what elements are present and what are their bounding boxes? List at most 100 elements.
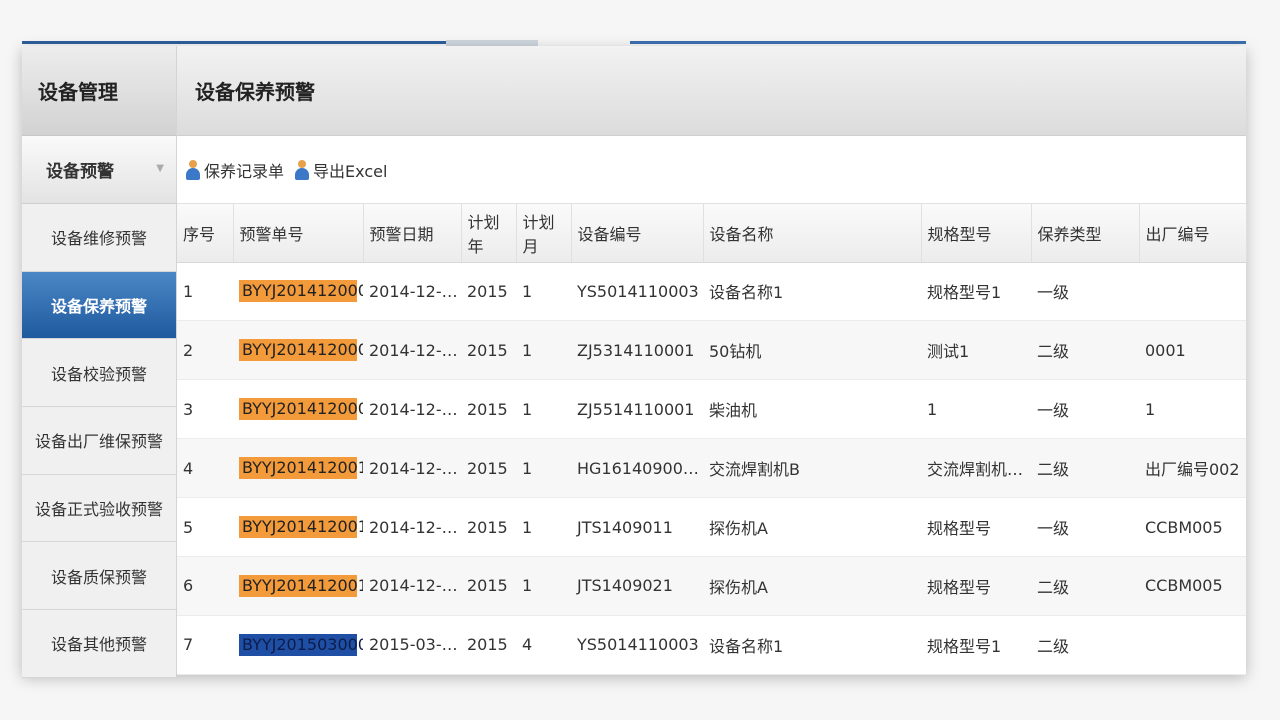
cell-date: 2014-12-30 <box>363 497 461 557</box>
cell-year: 2015 <box>461 438 516 499</box>
sidebar-item-label: 设备校验预警 <box>50 364 147 384</box>
table-row[interactable]: 3 BYYJ2014120009 2014-12-30 2015 1 ZJ551… <box>177 379 1246 440</box>
sidebar-item-label: 设备保养预警 <box>50 297 147 317</box>
cell-factory-no: 出厂编号002 <box>1139 438 1246 499</box>
warning-code-badge: BYYJ2014120009 <box>239 398 363 421</box>
export-excel-button[interactable]: 导出Excel <box>294 158 387 182</box>
cell-no: 5 <box>177 497 233 557</box>
sidebar: 设备管理 设备预警 ▼ 设备维修预警 设备保养预警 设备校验预警 设备出厂维保预… <box>22 46 177 678</box>
cell-date: 2014-12-30 <box>363 438 461 499</box>
cell-device-name: 50钻机 <box>703 320 921 381</box>
cell-no: 3 <box>177 379 233 440</box>
cell-spec: 规格型号1 <box>921 262 1031 322</box>
column-header-date[interactable]: 预警日期 <box>363 204 462 263</box>
column-header-factory-no[interactable]: 出厂编号 <box>1139 204 1247 263</box>
maintenance-record-button[interactable]: 保养记录单 <box>185 158 284 182</box>
table-row[interactable]: 7 BYYJ2015030001 2015-03-20 2015 4 YS501… <box>177 615 1246 675</box>
sidebar-item-factory-service-warning[interactable]: 设备出厂维保预警 <box>22 407 176 475</box>
warning-code-badge: BYYJ2014120012 <box>239 574 363 597</box>
column-header-spec[interactable]: 规格型号 <box>921 204 1032 263</box>
cell-device-name: 设备名称1 <box>703 615 921 675</box>
cell-spec: 1 <box>921 379 1031 440</box>
cell-factory-no: 1 <box>1139 379 1246 440</box>
cell-month: 4 <box>516 615 571 675</box>
cell-month: 1 <box>516 379 571 440</box>
sidebar-item-calibration-warning[interactable]: 设备校验预警 <box>22 339 176 408</box>
column-header-no[interactable]: 序号 <box>177 204 234 263</box>
sidebar-item-repair-warning[interactable]: 设备维修预警 <box>22 204 176 272</box>
sidebar-item-other-warning[interactable]: 设备其他预警 <box>22 610 176 678</box>
cell-month: 1 <box>516 320 571 381</box>
cell-spec: 规格型号 <box>921 556 1031 616</box>
cell-spec: 规格型号 <box>921 497 1031 557</box>
cell-code: BYYJ2014120011 <box>233 497 363 557</box>
cell-device-no: JTS1409011 <box>571 497 703 557</box>
cell-month: 1 <box>516 497 571 557</box>
table-row[interactable]: 4 BYYJ2014120010 2014-12-30 2015 1 HG161… <box>177 438 1246 499</box>
cell-code: BYYJ2014120007 <box>233 262 363 322</box>
warning-code-badge: BYYJ2015030001 <box>239 633 363 656</box>
sidebar-item-label: 设备其他预警 <box>50 635 147 655</box>
cell-factory-no <box>1139 615 1246 675</box>
column-header-year[interactable]: 计划年 <box>461 204 517 263</box>
column-header-type[interactable]: 保养类型 <box>1031 204 1140 263</box>
cell-type: 二级 <box>1031 320 1139 381</box>
cell-month: 1 <box>516 438 571 499</box>
cell-device-no: ZJ5314110001 <box>571 320 703 381</box>
toolbar: 保养记录单 导出Excel <box>177 136 1246 204</box>
warning-code-badge: BYYJ2014120011 <box>239 516 363 538</box>
cell-device-no: YS5014110003 <box>571 262 703 322</box>
cell-factory-no <box>1139 262 1246 322</box>
column-header-code[interactable]: 预警单号 <box>233 204 364 263</box>
cell-year: 2015 <box>461 320 516 381</box>
sidebar-item-label: 设备质保预警 <box>50 567 147 587</box>
cell-year: 2015 <box>461 497 516 557</box>
cell-device-no: HG1614090002 <box>571 438 703 499</box>
cell-date: 2014-12-30 <box>363 262 461 322</box>
table-row[interactable]: 6 BYYJ2014120012 2014-12-30 2015 1 JTS14… <box>177 556 1246 616</box>
cell-code: BYYJ2014120009 <box>233 379 363 440</box>
cell-type: 一级 <box>1031 379 1139 440</box>
cell-date: 2015-03-20 <box>363 615 461 675</box>
cell-device-name: 柴油机 <box>703 379 921 440</box>
column-header-month[interactable]: 计划月 <box>516 204 572 263</box>
cell-type: 一级 <box>1031 262 1139 322</box>
sidebar-item-label: 设备正式验收预警 <box>34 500 163 520</box>
cell-month: 1 <box>516 262 571 322</box>
column-header-device-name[interactable]: 设备名称 <box>703 204 922 263</box>
table-row[interactable]: 1 BYYJ2014120007 2014-12-30 2015 1 YS501… <box>177 262 1246 322</box>
sidebar-item-maintenance-warning[interactable]: 设备保养预警 <box>22 271 176 340</box>
sidebar-group-header[interactable]: 设备预警 ▼ <box>22 136 176 204</box>
table-row[interactable]: 2 BYYJ2014120008 2014-12-30 2015 1 ZJ531… <box>177 320 1246 381</box>
cell-year: 2015 <box>461 556 516 616</box>
warning-code-badge: BYYJ2014120007 <box>239 280 363 303</box>
table-row[interactable]: 5 BYYJ2014120011 2014-12-30 2015 1 JTS14… <box>177 497 1246 557</box>
cell-device-name: 探伤机A <box>703 556 921 616</box>
cell-code: BYYJ2014120012 <box>233 556 363 616</box>
sidebar-group-label: 设备预警 <box>46 162 114 182</box>
cell-code: BYYJ2015030001 <box>233 615 363 675</box>
cell-no: 2 <box>177 320 233 381</box>
cell-type: 二级 <box>1031 615 1139 675</box>
cell-no: 4 <box>177 438 233 499</box>
cell-type: 二级 <box>1031 556 1139 616</box>
column-header-device-no[interactable]: 设备编号 <box>571 204 704 263</box>
cell-type: 二级 <box>1031 438 1139 499</box>
table-header-row: 序号 预警单号 预警日期 计划年 计划月 设备编号 设备名称 规格型号 保养类型… <box>177 204 1247 263</box>
chevron-down-icon: ▼ <box>156 163 164 174</box>
sidebar-item-label: 设备维修预警 <box>50 229 147 249</box>
cell-spec: 交流焊割机型… <box>921 438 1031 499</box>
cell-device-no: ZJ5514110001 <box>571 379 703 440</box>
cell-code: BYYJ2014120008 <box>233 320 363 381</box>
sidebar-item-warranty-warning[interactable]: 设备质保预警 <box>22 542 176 611</box>
cell-device-no: JTS1409021 <box>571 556 703 616</box>
cell-year: 2015 <box>461 379 516 440</box>
warning-table: 序号 预警单号 预警日期 计划年 计划月 设备编号 设备名称 规格型号 保养类型… <box>177 204 1247 675</box>
sidebar-item-acceptance-warning[interactable]: 设备正式验收预警 <box>22 474 176 543</box>
cell-date: 2014-12-30 <box>363 556 461 616</box>
cell-no: 1 <box>177 262 233 322</box>
cell-no: 7 <box>177 615 233 675</box>
cell-date: 2014-12-30 <box>363 320 461 381</box>
main-panel: 设备保养预警 保养记录单 导出Excel 序号 预警单号 预警日期 计划年 计划… <box>177 46 1247 675</box>
cell-device-name: 交流焊割机B <box>703 438 921 499</box>
